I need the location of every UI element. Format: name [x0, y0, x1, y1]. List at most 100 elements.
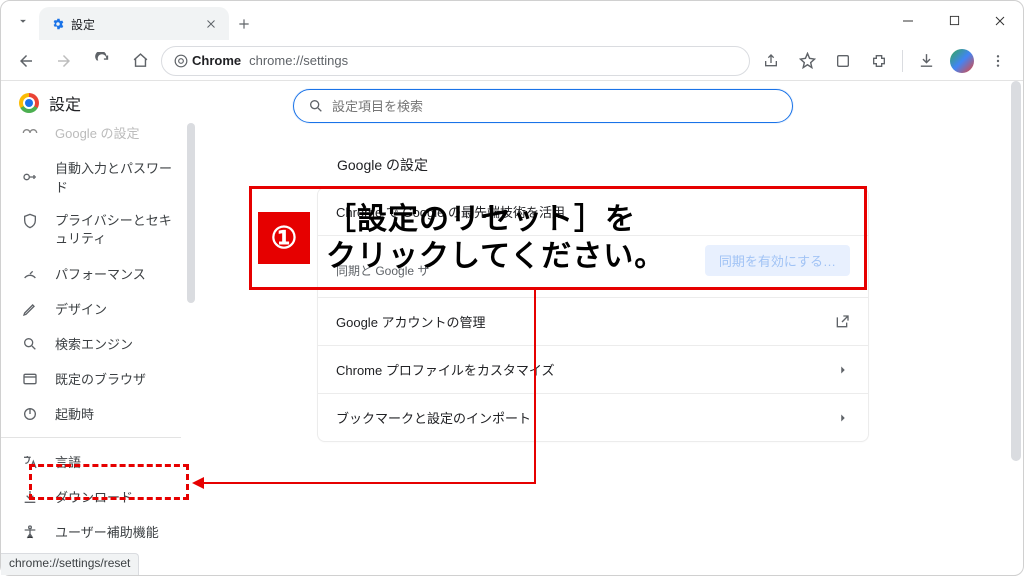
address-bar[interactable]: Chrome chrome://settings	[161, 46, 750, 76]
arrow-left-icon	[17, 52, 35, 70]
new-tab-button[interactable]	[229, 7, 259, 40]
sidebar-divider	[1, 437, 181, 438]
minimize-icon	[902, 15, 914, 27]
arrow-right-icon	[55, 52, 73, 70]
settings-search-field[interactable]	[332, 99, 778, 114]
chrome-logo-icon	[19, 93, 39, 113]
row-title	[336, 242, 705, 256]
row-subtitle: 同期と Google サ	[336, 262, 705, 279]
google-icon	[21, 124, 39, 142]
row-title: Chrome で Google の最先端技術を活用	[336, 202, 850, 221]
puzzle-icon	[871, 53, 887, 69]
shield-icon	[21, 212, 39, 230]
row-chrome-advanced-tech[interactable]: Chrome で Google の最先端技術を活用	[318, 188, 868, 235]
chevron-right-icon	[836, 411, 850, 425]
sidebar-item-appearance[interactable]: デザイン	[1, 291, 197, 326]
sidebar-scrollbar-thumb[interactable]	[187, 123, 195, 303]
avatar-icon	[950, 49, 974, 73]
forward-button[interactable]	[47, 45, 81, 77]
window-maximize-button[interactable]	[931, 1, 977, 40]
enable-sync-button[interactable]: 同期を有効にする…	[705, 245, 850, 276]
translate-icon	[21, 453, 39, 471]
extension-icon	[835, 53, 851, 69]
chevron-down-icon	[16, 14, 30, 28]
google-settings-card: Chrome で Google の最先端技術を活用 同期と Google サ 同…	[317, 187, 869, 442]
settings-sidebar: 設定 Google の設定 自動入力とパスワード プライバシーとセキュリティ パ…	[1, 81, 197, 575]
sidebar-item-languages[interactable]: 言語	[1, 444, 197, 479]
main-scrollbar[interactable]	[1011, 81, 1021, 575]
settings-main: Google の設定 Chrome で Google の最先端技術を活用 同期と…	[197, 81, 1023, 575]
settings-content: 設定 Google の設定 自動入力とパスワード プライバシーとセキュリティ パ…	[1, 81, 1023, 575]
window-titlebar: 設定	[1, 1, 1023, 41]
kebab-icon	[990, 53, 1006, 69]
sidebar-item-on-startup[interactable]: 起動時	[1, 396, 197, 431]
close-icon	[205, 18, 217, 30]
overflow-menu-button[interactable]	[981, 45, 1015, 77]
row-sync[interactable]: 同期と Google サ 同期を有効にする…	[318, 235, 868, 297]
sidebar-item-autofill[interactable]: 自動入力とパスワード	[1, 150, 197, 204]
home-icon	[132, 52, 149, 69]
extension-1-button[interactable]	[826, 45, 860, 77]
sidebar-item-label: 検索エンジン	[55, 334, 179, 353]
row-manage-google-account[interactable]: Google アカウントの管理	[318, 297, 868, 345]
sidebar-item-search-engine[interactable]: 検索エンジン	[1, 326, 197, 361]
toolbar-divider	[902, 50, 903, 72]
gear-icon	[51, 17, 65, 31]
sidebar-item-label: 自動入力とパスワード	[55, 158, 179, 196]
sidebar-item-label: プライバシーとセキュリティ	[55, 212, 179, 248]
row-title: Google アカウントの管理	[336, 312, 834, 331]
sidebar-item-label: 言語	[55, 452, 179, 471]
window-controls	[885, 1, 1023, 40]
sidebar-item-downloads[interactable]: ダウンロード	[1, 479, 197, 514]
sidebar-item-label: ユーザー補助機能	[55, 522, 179, 541]
tab-title: 設定	[71, 16, 95, 33]
window-minimize-button[interactable]	[885, 1, 931, 40]
back-button[interactable]	[9, 45, 43, 77]
tab-search-dropdown[interactable]	[7, 1, 39, 40]
browser-icon	[21, 370, 39, 388]
sidebar-scrollbar[interactable]	[187, 123, 195, 575]
tab-close-button[interactable]	[205, 18, 217, 30]
chevron-right-icon	[836, 363, 850, 377]
reload-button[interactable]	[85, 45, 119, 77]
power-icon	[21, 405, 39, 423]
sidebar-item-label: パフォーマンス	[55, 264, 179, 283]
window-close-button[interactable]	[977, 1, 1023, 40]
row-title: Chrome プロファイルをカスタマイズ	[336, 360, 836, 379]
search-icon	[21, 335, 39, 353]
sidebar-item-default-browser[interactable]: 既定のブラウザ	[1, 361, 197, 396]
browser-tab-settings[interactable]: 設定	[39, 7, 229, 41]
url-text: chrome://settings	[249, 53, 348, 68]
sidebar-item-privacy[interactable]: プライバシーとセキュリティ	[1, 204, 197, 256]
download-icon	[918, 52, 935, 69]
sidebar-item-performance[interactable]: パフォーマンス	[1, 256, 197, 291]
plus-icon	[237, 17, 251, 31]
browser-toolbar: Chrome chrome://settings	[1, 41, 1023, 81]
sidebar-title: 設定	[49, 91, 81, 115]
sidebar-item-label: デザイン	[55, 299, 179, 318]
maximize-icon	[949, 15, 960, 26]
row-customize-profile[interactable]: Chrome プロファイルをカスタマイズ	[318, 345, 868, 393]
extension-2-button[interactable]	[862, 45, 896, 77]
site-chip-label: Chrome	[192, 53, 241, 68]
open-external-icon	[834, 314, 850, 330]
profile-avatar[interactable]	[945, 45, 979, 77]
close-icon	[994, 15, 1006, 27]
star-icon	[799, 52, 816, 69]
settings-search-input[interactable]	[293, 89, 793, 123]
share-button[interactable]	[754, 45, 788, 77]
sidebar-item-google-settings[interactable]: Google の設定	[1, 123, 197, 150]
downloads-button[interactable]	[909, 45, 943, 77]
reload-icon	[94, 52, 111, 69]
site-chip: Chrome	[174, 53, 241, 68]
section-title-google: Google の設定	[337, 155, 1023, 175]
home-button[interactable]	[123, 45, 157, 77]
bookmark-button[interactable]	[790, 45, 824, 77]
download-icon	[21, 488, 39, 506]
sidebar-item-accessibility[interactable]: ユーザー補助機能	[1, 514, 197, 549]
main-scrollbar-thumb[interactable]	[1011, 81, 1021, 461]
share-icon	[763, 53, 779, 69]
key-icon	[21, 168, 39, 186]
row-import-bookmarks[interactable]: ブックマークと設定のインポート	[318, 393, 868, 441]
sidebar-item-label: Google の設定	[55, 123, 179, 142]
